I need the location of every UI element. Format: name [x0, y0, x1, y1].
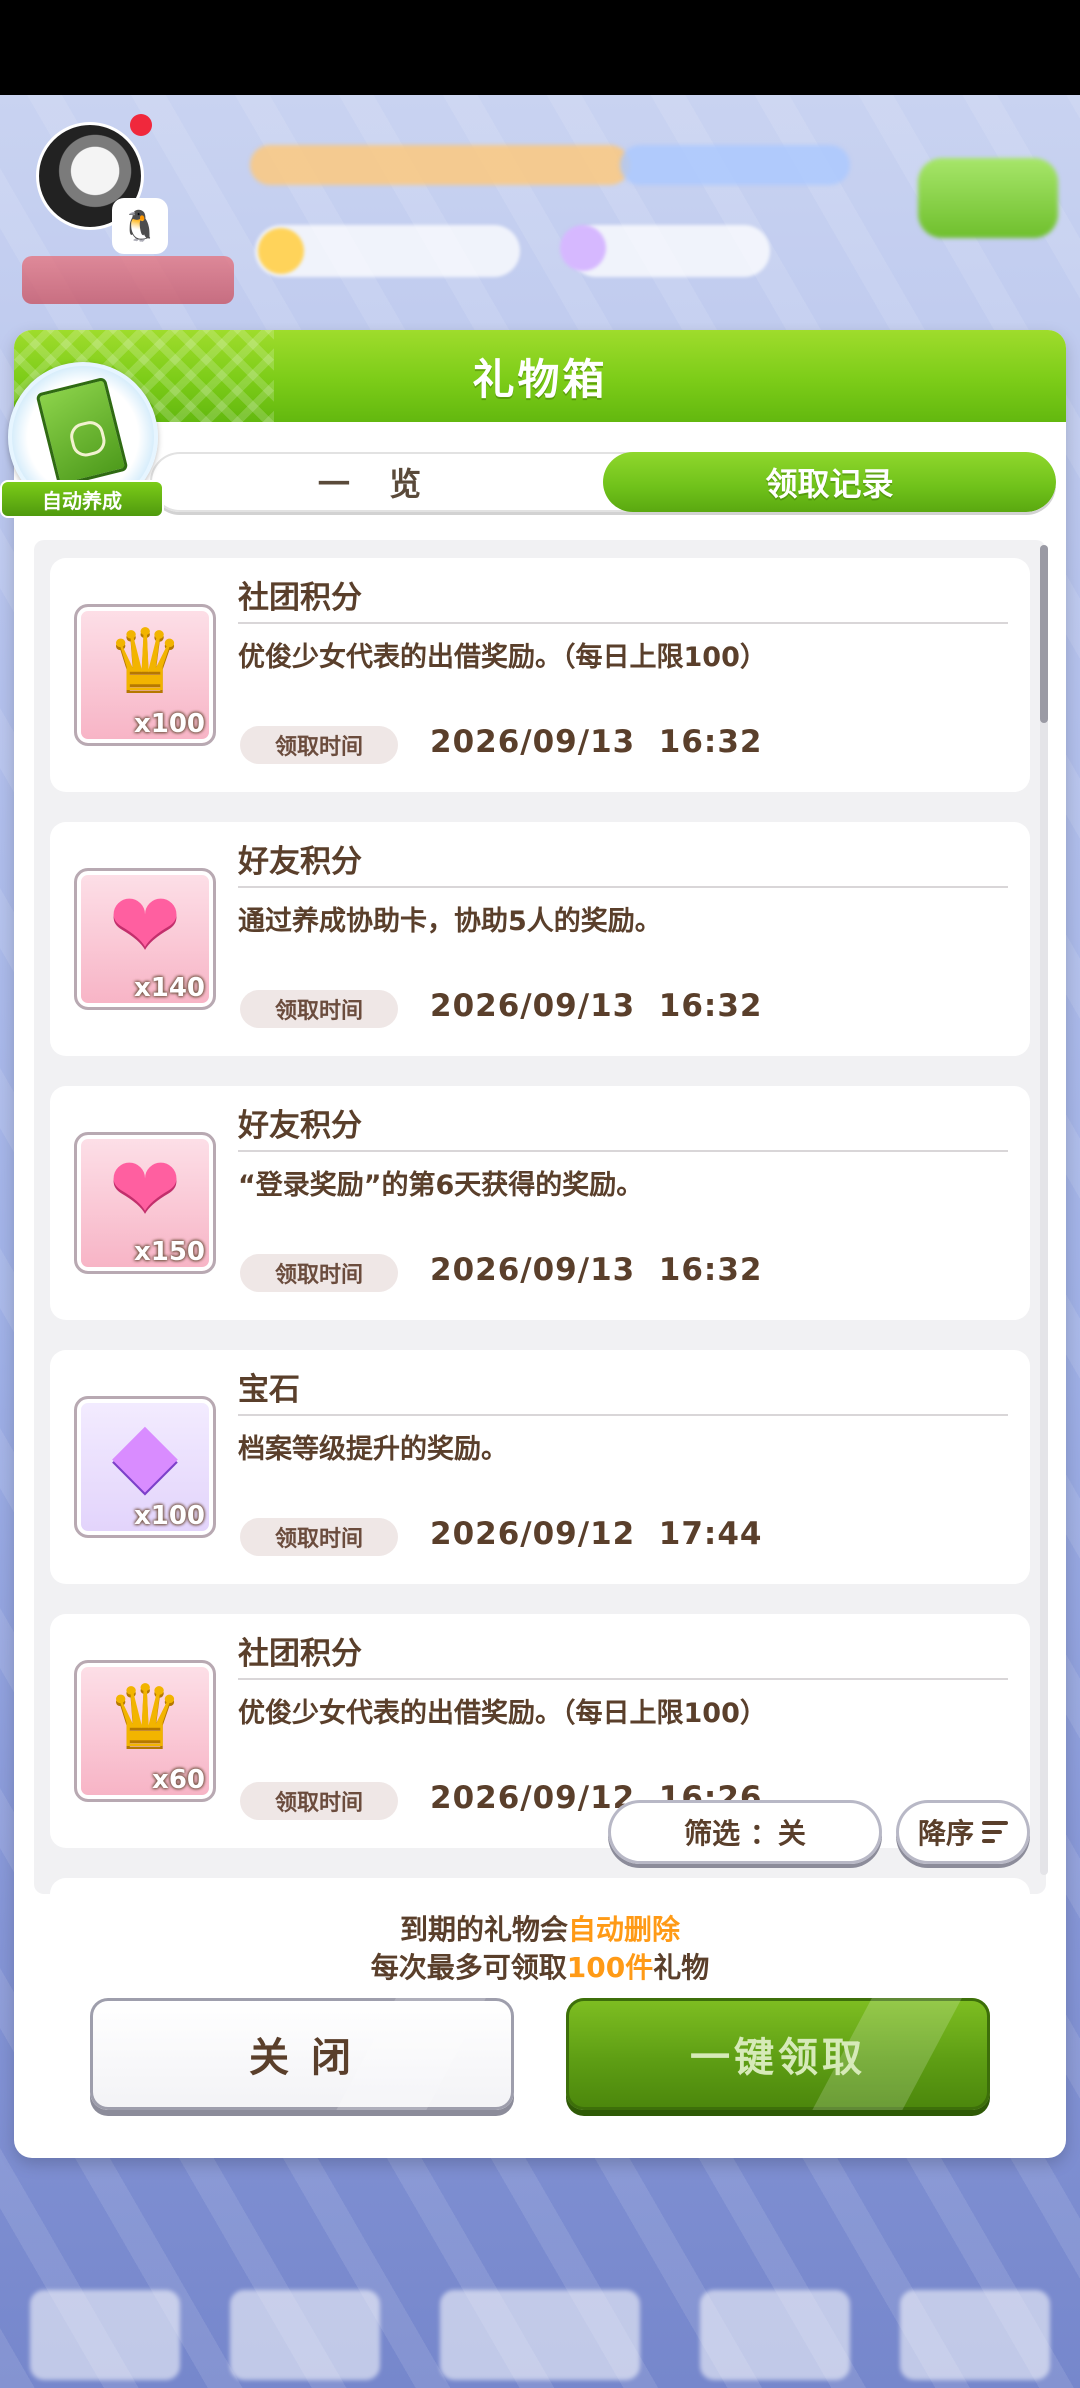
item-quantity: x100: [133, 709, 205, 739]
gem-icon: [560, 225, 606, 271]
time-label: 领取时间: [240, 1518, 398, 1556]
close-button[interactable]: 关 闭: [90, 1998, 514, 2110]
dialog-header: 礼物箱: [14, 330, 1066, 422]
coin-icon: [258, 228, 304, 274]
claim-all-label: 一键领取: [690, 2035, 866, 2081]
item-description: 优俊少女代表的出借奖励。（每日上限100）: [238, 642, 767, 673]
time-label: 领取时间: [240, 1254, 398, 1292]
bottom-nav-item[interactable]: [700, 2290, 850, 2380]
time-label: 领取时间: [240, 726, 398, 764]
limit-note-suffix: 礼物: [653, 1951, 710, 1984]
tab-bar: 一 览 领取记录: [150, 452, 1056, 512]
close-label: 关 闭: [249, 2035, 355, 2081]
filter-label: 筛选 ：关: [684, 1817, 806, 1850]
list-item: ♛ x100 社团积分 优俊少女代表的出借奖励。（每日上限100） 领取时间 2…: [50, 558, 1030, 792]
expiry-note-highlight: 自动删除: [568, 1913, 681, 1946]
handshake-icon: ❤: [108, 1139, 182, 1239]
dialog-title: 礼物箱: [472, 354, 608, 404]
status-bar: [0, 0, 1080, 95]
qq-icon: 🐧: [112, 198, 168, 254]
item-name: 好友积分: [238, 1108, 362, 1144]
scrollbar-thumb[interactable]: [1040, 545, 1048, 723]
divider: [238, 1678, 1008, 1680]
item-quantity: x60: [152, 1765, 205, 1795]
limit-note: 每次最多可领取100件礼物: [0, 1946, 1080, 1986]
auto-train-badge[interactable]: 自动养成: [0, 362, 164, 522]
time-label: 领取时间: [240, 990, 398, 1028]
bottom-nav-item[interactable]: [440, 2290, 640, 2380]
sort-button[interactable]: 降序: [896, 1800, 1030, 1864]
limit-note-prefix: 每次最多可领取: [370, 1951, 567, 1984]
claim-time: 2026/09/13 16:32: [430, 1252, 763, 1288]
item-name: 社团积分: [238, 1636, 362, 1672]
gem-icon: ◆: [111, 1403, 179, 1503]
expiry-note-prefix: 到期的礼物会: [399, 1913, 568, 1946]
list-item-partial: [50, 1878, 1030, 1898]
tab-claim-history[interactable]: 领取记录: [603, 452, 1056, 512]
claim-all-button[interactable]: 一键领取: [566, 1998, 990, 2110]
item-name: 好友积分: [238, 844, 362, 880]
item-thumbnail[interactable]: ❤ x150: [74, 1132, 216, 1274]
crown-icon: ♛: [106, 611, 184, 711]
claim-time: 2026/09/13 16:32: [430, 988, 763, 1024]
menu-button[interactable]: [918, 158, 1058, 238]
notification-dot: [130, 114, 152, 136]
expiry-note: 到期的礼物会自动删除: [0, 1908, 1080, 1948]
handshake-icon: ❤: [108, 875, 182, 975]
auto-train-label: 自动养成: [0, 480, 164, 518]
item-thumbnail[interactable]: ♛ x100: [74, 604, 216, 746]
item-description: 通过养成协助卡，协助5人的奖励。: [238, 906, 662, 937]
divider: [238, 886, 1008, 888]
divider: [238, 1414, 1008, 1416]
limit-note-highlight: 100件: [566, 1951, 654, 1984]
item-description: 优俊少女代表的出借奖励。（每日上限100）: [238, 1698, 767, 1729]
bottom-nav-item[interactable]: [30, 2290, 180, 2380]
divider: [238, 1150, 1008, 1152]
claim-time: 2026/09/12 17:44: [430, 1516, 763, 1552]
rank-ribbon: [22, 256, 234, 304]
item-thumbnail[interactable]: ❤ x140: [74, 868, 216, 1010]
sort-label: 降序: [917, 1817, 974, 1850]
item-thumbnail[interactable]: ◆ x100: [74, 1396, 216, 1538]
item-name: 宝石: [238, 1372, 300, 1408]
tab-overview[interactable]: 一 览: [150, 452, 603, 512]
time-label: 领取时间: [240, 1782, 398, 1820]
item-description: 档案等级提升的奖励。: [238, 1434, 508, 1465]
scrollbar-track[interactable]: [1040, 545, 1048, 1875]
bottom-nav-item[interactable]: [230, 2290, 380, 2380]
item-quantity: x140: [133, 973, 205, 1003]
crown-icon: ♛: [106, 1667, 184, 1767]
list-item: ♛ x60 社团积分 优俊少女代表的出借奖励。（每日上限100） 领取时间 20…: [50, 1614, 1030, 1848]
item-quantity: x100: [133, 1501, 205, 1531]
divider: [238, 622, 1008, 624]
list-item: ❤ x150 好友积分 “登录奖励”的第6天获得的奖励。 领取时间 2026/0…: [50, 1086, 1030, 1320]
list-item: ◆ x100 宝石 档案等级提升的奖励。 领取时间 2026/09/12 17:…: [50, 1350, 1030, 1584]
sort-icon: [982, 1816, 1008, 1848]
item-quantity: x150: [133, 1237, 205, 1267]
bottom-nav-item[interactable]: [900, 2290, 1050, 2380]
list-item: ❤ x140 好友积分 通过养成协助卡，协助5人的奖励。 领取时间 2026/0…: [50, 822, 1030, 1056]
item-description: “登录奖励”的第6天获得的奖励。: [238, 1170, 644, 1201]
claim-time: 2026/09/13 16:32: [430, 724, 763, 760]
filter-button[interactable]: 筛选 ：关: [608, 1800, 882, 1864]
item-name: 社团积分: [238, 580, 362, 616]
item-thumbnail[interactable]: ♛ x60: [74, 1660, 216, 1802]
